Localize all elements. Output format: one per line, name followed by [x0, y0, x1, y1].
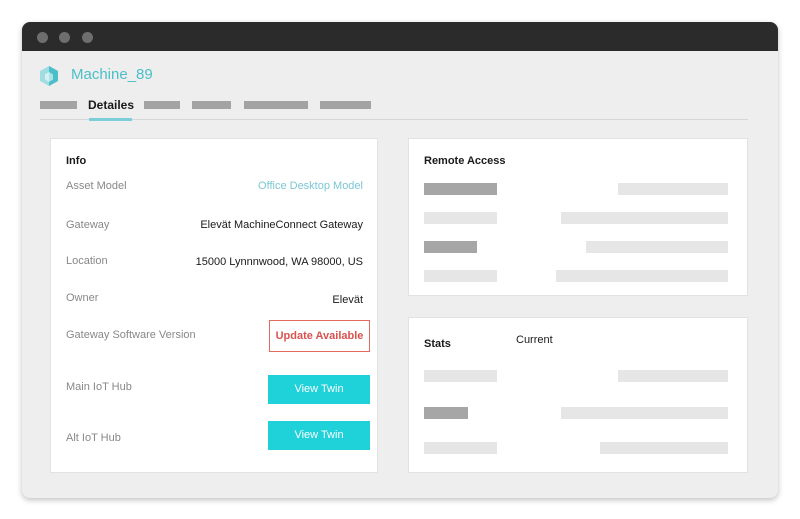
remote-access-row-4-value	[556, 270, 728, 282]
app-window: Machine_89 Detailes Info Asset Model Off…	[22, 22, 778, 498]
owner-value: Elevät	[332, 294, 363, 306]
page-title: Machine_89	[71, 66, 153, 83]
owner-label: Owner	[66, 292, 99, 304]
stats-row-1-label	[424, 370, 497, 382]
tab-placeholder-3[interactable]	[192, 101, 231, 109]
asset-model-link[interactable]: Office Desktop Model	[258, 180, 363, 193]
active-tab-indicator	[89, 118, 132, 121]
window-maximize-dot[interactable]	[82, 32, 93, 43]
alt-iot-hub-label: Alt IoT Hub	[66, 432, 121, 444]
location-value: 15000 Lynnnwood, WA 98000, US	[195, 256, 363, 268]
stats-row-1-value	[618, 370, 728, 382]
gateway-software-version-label: Gateway Software Version	[66, 329, 196, 341]
main-iot-hub-label: Main IoT Hub	[66, 381, 132, 393]
remote-access-row-2-value	[561, 212, 728, 224]
tab-placeholder-5[interactable]	[320, 101, 371, 109]
remote-access-row-3-label	[424, 241, 477, 253]
update-available-button[interactable]: Update Available	[269, 320, 370, 352]
stats-row-3-label	[424, 442, 497, 454]
remote-access-title: Remote Access	[424, 155, 506, 167]
gateway-label: Gateway	[66, 219, 110, 231]
window-close-dot[interactable]	[37, 32, 48, 43]
remote-access-row-1-label	[424, 183, 497, 195]
main-iot-hub-view-twin-button[interactable]: View Twin	[268, 375, 370, 404]
hexagon-icon	[40, 66, 58, 86]
remote-access-row-2-label	[424, 212, 497, 224]
stats-row-2-value	[561, 407, 728, 419]
stats-title: Stats	[424, 338, 451, 350]
info-card: Info Asset Model Office Desktop Model Ga…	[50, 138, 378, 473]
stats-card: Stats Current	[408, 317, 748, 473]
remote-access-row-3-value	[586, 241, 728, 253]
stats-row-2-label	[424, 407, 468, 419]
asset-model-label: Asset Model	[66, 180, 127, 192]
stats-current-column: Current	[516, 334, 553, 346]
tabs-divider	[40, 119, 748, 120]
remote-access-row-1-value	[618, 183, 728, 195]
remote-access-row-4-label	[424, 270, 497, 282]
window-minimize-dot[interactable]	[59, 32, 70, 43]
alt-iot-hub-view-twin-button[interactable]: View Twin	[268, 421, 370, 450]
tab-placeholder-2[interactable]	[144, 101, 180, 109]
location-label: Location	[66, 255, 108, 267]
tab-details[interactable]: Detailes	[88, 98, 134, 112]
tab-placeholder-1[interactable]	[40, 101, 77, 109]
window-titlebar	[22, 22, 778, 51]
remote-access-card: Remote Access	[408, 138, 748, 296]
stats-row-3-value	[600, 442, 728, 454]
gateway-value: Elevät MachineConnect Gateway	[200, 219, 363, 231]
tab-placeholder-4[interactable]	[244, 101, 308, 109]
info-card-title: Info	[66, 155, 87, 167]
